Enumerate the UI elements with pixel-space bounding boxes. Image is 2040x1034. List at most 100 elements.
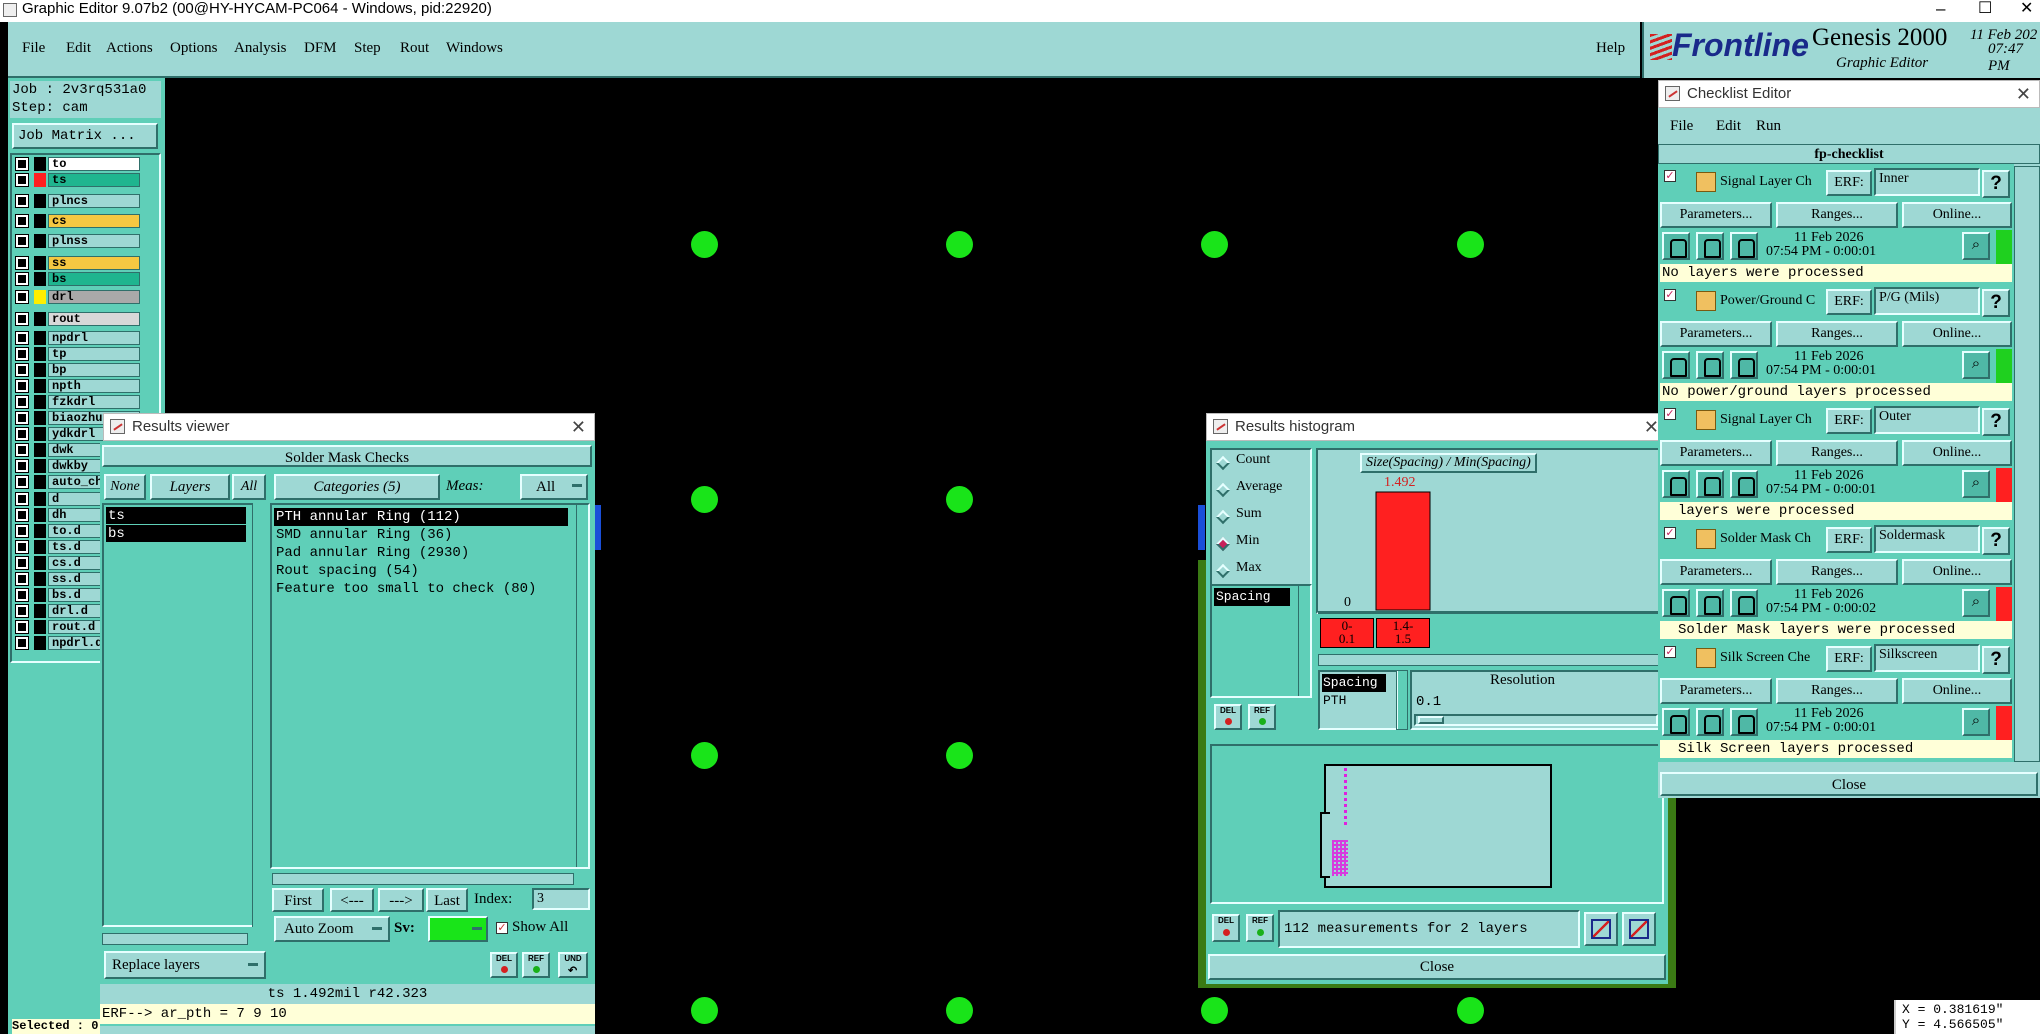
layer-row[interactable]: plnss [10,234,140,248]
layers-button[interactable]: Layers [150,474,230,500]
close-button[interactable]: ✕ [2020,0,2033,18]
help-icon[interactable]: ? [1982,646,2010,674]
slider-thumb[interactable] [1418,716,1444,724]
layer-checkbox[interactable] [15,492,29,506]
run-icon[interactable] [1662,351,1690,379]
run-icon[interactable] [1730,351,1758,379]
layer-name[interactable]: ss [48,256,140,270]
resolution-slider[interactable] [1414,714,1658,726]
layer-checkbox[interactable] [15,312,29,326]
layer-name[interactable]: to [48,157,140,171]
lower-measure-list[interactable]: Spacing PTH [1318,670,1398,730]
layer-name[interactable]: npth [48,379,140,393]
option-average[interactable]: Average [1236,479,1282,495]
run-icon[interactable] [1696,589,1724,617]
online-button[interactable]: Online... [1902,678,2012,704]
online-button[interactable]: Online... [1902,321,2012,347]
layer-row[interactable]: ts [10,173,140,187]
layer-row[interactable]: to [10,157,140,171]
results-viewer-titlebar[interactable]: Results viewer ✕ [103,413,595,441]
layer-row[interactable]: fzkdrl [10,395,140,409]
menu-actions[interactable]: Actions [106,40,153,57]
prev-button[interactable]: <--- [330,888,374,912]
histogram-titlebar[interactable]: Results histogram ✕ [1206,413,1668,441]
option-count[interactable]: Count [1236,452,1270,468]
checklist-menu-file[interactable]: File [1670,118,1693,135]
parameters-button[interactable]: Parameters... [1660,440,1772,466]
layer-checkbox[interactable] [15,443,29,457]
layer-checkbox[interactable] [15,157,29,171]
run-icon[interactable] [1730,470,1758,498]
layer-name[interactable]: drl [48,290,140,304]
hist-graph-button-2[interactable] [1622,912,1656,946]
hist-graph-button[interactable] [1584,912,1618,946]
zoom-icon[interactable]: ⌕ [1962,470,1990,498]
layer-checkbox[interactable] [15,588,29,602]
category-item[interactable]: Pad annular Ring (2930) [274,544,586,562]
auto-zoom-dropdown[interactable]: Auto Zoom [274,916,390,942]
rv-layer-list[interactable]: ts bs [102,503,262,927]
zoom-icon[interactable]: ⌕ [1962,589,1990,617]
layer-row[interactable]: cs [10,214,140,228]
layer-name[interactable]: fzkdrl [48,395,140,409]
layer-checkbox[interactable] [15,524,29,538]
checklist-close-button[interactable]: Close [1660,772,2038,796]
ranges-button[interactable]: Ranges... [1776,202,1898,228]
layer-name[interactable]: bp [48,363,140,377]
close-icon[interactable]: ✕ [2016,81,2031,107]
layer-checkbox[interactable] [15,636,29,650]
layer-row[interactable]: npth [10,379,140,393]
layer-checkbox[interactable] [15,194,29,208]
layer-checkbox[interactable] [15,290,29,304]
erf-value[interactable]: Soldermask [1874,525,1980,553]
ranges-button[interactable]: Ranges... [1776,559,1898,585]
layer-name[interactable]: npdrl [48,331,140,345]
run-icon[interactable] [1696,470,1724,498]
check-mark-icon[interactable]: ✓ [1664,646,1676,658]
histogram-bin[interactable]: 0- 0.1 [1320,618,1374,648]
check-name[interactable]: Solder Mask Ch [1720,531,1830,547]
layer-name[interactable]: rout [48,312,140,326]
layer-name[interactable]: plnss [48,234,140,248]
layers-none-button[interactable]: None [104,474,146,500]
category-list[interactable]: PTH annular Ring (112) SMD annular Ring (… [270,503,590,869]
layer-checkbox[interactable] [15,620,29,634]
layer-name[interactable]: plncs [48,194,140,208]
zoom-icon[interactable]: ⌕ [1962,708,1990,736]
layer-checkbox[interactable] [15,475,29,489]
run-icon[interactable] [1662,589,1690,617]
layer-checkbox[interactable] [15,427,29,441]
layer-checkbox[interactable] [15,411,29,425]
rv-layer-scrollbar[interactable] [252,503,266,927]
checklist-menu-edit[interactable]: Edit [1716,118,1741,135]
erf-button[interactable]: ERF: [1826,527,1872,553]
ref-button[interactable]: REF [522,952,550,978]
menu-rout[interactable]: Rout [400,40,429,57]
erf-value[interactable]: Inner [1874,168,1980,196]
layer-row[interactable]: bs [10,272,140,286]
layer-checkbox[interactable] [15,540,29,554]
layer-checkbox[interactable] [15,272,29,286]
menu-analysis[interactable]: Analysis [234,40,287,57]
parameters-button[interactable]: Parameters... [1660,559,1772,585]
layer-checkbox[interactable] [15,572,29,586]
help-icon[interactable]: ? [1982,408,2010,436]
rv-layer-bs[interactable]: bs [106,525,246,542]
checklist-titlebar[interactable]: Checklist Editor ✕ [1658,80,2040,108]
first-button[interactable]: First [272,888,324,912]
layer-checkbox[interactable] [15,604,29,618]
run-icon[interactable] [1696,232,1724,260]
next-button[interactable]: ---> [378,888,424,912]
layer-checkbox[interactable] [15,459,29,473]
category-item[interactable]: Rout spacing (54) [274,562,586,580]
layer-checkbox[interactable] [15,508,29,522]
erf-value[interactable]: P/G (Mils) [1874,287,1980,315]
histogram-bar[interactable] [1375,491,1431,611]
help-icon[interactable]: ? [1982,170,2010,198]
layer-row[interactable]: bp [10,363,140,377]
del-button[interactable]: DEL [490,952,518,978]
close-icon[interactable]: ✕ [1644,414,1659,440]
parameters-button[interactable]: Parameters... [1660,678,1772,704]
layer-name[interactable]: ts [48,173,140,187]
job-matrix-button[interactable]: Job Matrix ... [12,123,158,149]
